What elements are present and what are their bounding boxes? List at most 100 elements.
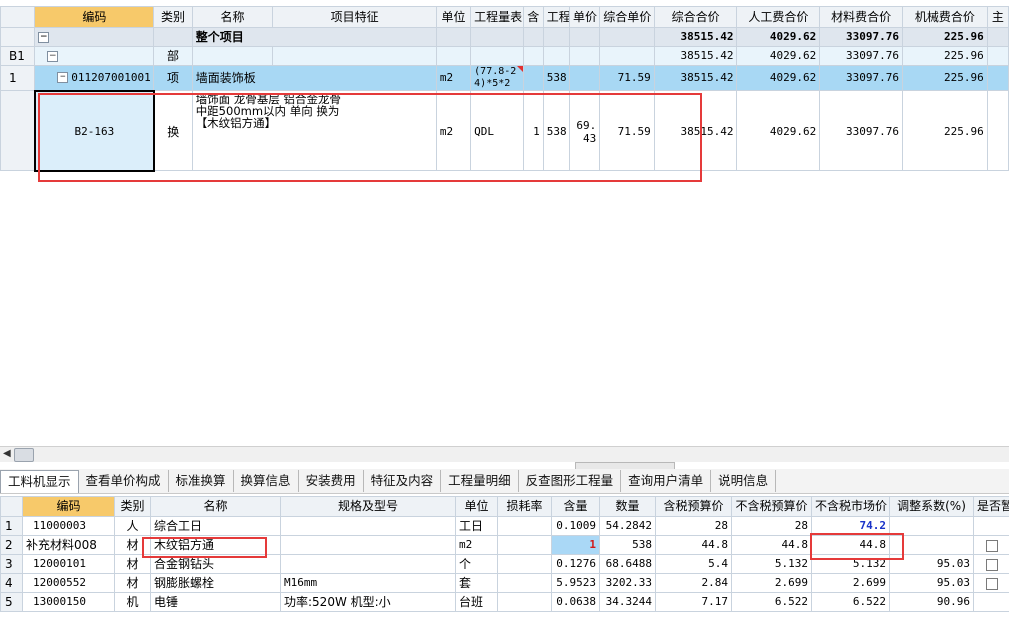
unit-cell[interactable]: m2 <box>435 65 472 91</box>
name-cell[interactable]: 电锤 <box>150 592 281 612</box>
row-number[interactable]: 3 <box>0 554 23 574</box>
col-header-tax-budget[interactable]: 含税预算价 <box>655 496 732 517</box>
unit-cell[interactable]: m2 <box>455 535 498 555</box>
tree-cell[interactable]: − <box>34 27 155 47</box>
tab-reverse-lookup[interactable]: 反查图形工程量 <box>519 470 622 492</box>
content-cell[interactable]: 5.9523 <box>551 573 600 593</box>
tab-features[interactable]: 特征及内容 <box>364 470 442 492</box>
market-price-cell[interactable]: 6.522 <box>811 592 890 612</box>
corner-cell[interactable] <box>0 6 36 28</box>
col-header-type[interactable]: 类别 <box>153 6 193 28</box>
loss-cell[interactable] <box>497 592 552 612</box>
scroll-left-arrow-icon[interactable]: ◀ <box>3 448 11 459</box>
row-number[interactable]: 4 <box>0 573 23 593</box>
content-cell[interactable]: 0.1276 <box>551 554 600 574</box>
tab-qty-detail[interactable]: 工程量明细 <box>441 470 519 492</box>
corner-cell[interactable] <box>0 496 23 517</box>
estimate-checkbox[interactable] <box>986 558 998 571</box>
unit-cell[interactable]: 套 <box>455 573 498 593</box>
market-price-cell[interactable]: 2.699 <box>811 573 890 593</box>
col-header-unit[interactable]: 单位 <box>455 496 498 517</box>
spec-cell[interactable] <box>280 516 456 536</box>
content-cell[interactable]: 0.0638 <box>551 592 600 612</box>
col-header-type[interactable]: 类别 <box>114 496 151 517</box>
loss-cell[interactable] <box>497 516 552 536</box>
collapse-icon[interactable]: − <box>57 72 69 84</box>
col-header-name[interactable]: 名称 <box>150 496 281 517</box>
col-header-code[interactable]: 编码 <box>34 6 155 28</box>
tree-cell[interactable]: − <box>34 46 155 66</box>
content-cell[interactable]: 0.1009 <box>551 516 600 536</box>
col-header-code[interactable]: 编码 <box>22 496 115 517</box>
tab-resources[interactable]: 工料机显示 <box>0 470 79 493</box>
unit-cell[interactable]: 台班 <box>455 592 498 612</box>
item-name-cell[interactable]: 墙面装饰板 <box>191 65 437 91</box>
col-header-name[interactable]: 名称 <box>191 6 274 28</box>
name-cell[interactable]: 钢膨胀螺栓 <box>150 573 281 593</box>
loss-cell[interactable] <box>497 554 552 574</box>
code-cell[interactable]: 13000150 <box>22 592 115 612</box>
unit-cell[interactable]: 工日 <box>455 516 498 536</box>
col-header-estimate[interactable]: 是否暂估 <box>973 496 1009 517</box>
code-cell[interactable]: 补充材料008 <box>22 535 115 555</box>
col-header-material[interactable]: 材料费合价 <box>819 6 903 28</box>
item-code-cell[interactable]: −011207001001 <box>34 65 155 91</box>
table-row[interactable]: 4 12000552 材 钢膨胀螺栓 M16mm 套 5.9523 3202.3… <box>0 573 1009 593</box>
tab-standard-conversion[interactable]: 标准换算 <box>169 470 234 492</box>
code-cell[interactable]: 12000101 <box>22 554 115 574</box>
coef-cell[interactable]: 90.96 <box>889 592 974 612</box>
col-header-total[interactable]: 综合合价 <box>653 6 738 28</box>
row-number[interactable]: 1 <box>0 516 23 536</box>
estimate-checkbox[interactable] <box>986 539 998 552</box>
spec-cell[interactable] <box>280 554 456 574</box>
unit-cell[interactable]: 个 <box>455 554 498 574</box>
col-header-main[interactable]: 主 <box>986 6 1009 28</box>
loss-cell[interactable] <box>497 573 552 593</box>
name-cell[interactable]: 综合工日 <box>150 516 281 536</box>
table-row-bill-item[interactable]: 1 −011207001001 项 墙面装饰板 m2 (77.8-24)*5*2… <box>0 65 1009 91</box>
spec-cell[interactable]: 功率:520W 机型:小 <box>280 592 456 612</box>
tab-unit-price[interactable]: 查看单价构成 <box>79 470 169 492</box>
table-row-whole-project[interactable]: − 整个项目 38515.42 4029.62 33097.76 225.96 <box>0 27 1009 47</box>
col-header-coef[interactable]: 调整系数(%) <box>889 496 974 517</box>
code-cell[interactable]: 12000552 <box>22 573 115 593</box>
col-header-qty[interactable]: 工程 <box>542 6 571 28</box>
col-header-spec[interactable]: 规格及型号 <box>280 496 456 517</box>
col-header-qty[interactable]: 数量 <box>599 496 656 517</box>
col-header-machine[interactable]: 机械费合价 <box>901 6 988 28</box>
code-cell[interactable]: 11000003 <box>22 516 115 536</box>
spec-cell[interactable] <box>280 535 456 555</box>
horizontal-scrollbar[interactable]: ◀ <box>0 446 1009 462</box>
loss-cell[interactable] <box>497 535 552 555</box>
estimate-checkbox[interactable] <box>986 577 998 590</box>
col-header-content[interactable]: 含量 <box>551 496 600 517</box>
col-header-market[interactable]: 不含税市场价 <box>811 496 890 517</box>
tab-install-fee[interactable]: 安装费用 <box>299 470 364 492</box>
col-header-price[interactable]: 单价 <box>568 6 601 28</box>
scrollbar-thumb[interactable] <box>14 448 34 462</box>
row-header[interactable] <box>0 90 36 171</box>
col-header-notax-budget[interactable]: 不含税预算价 <box>731 496 812 517</box>
table-row-section[interactable]: B1 − 部 38515.42 4029.62 33097.76 225.96 <box>0 46 1009 66</box>
tab-conversion-info[interactable]: 换算信息 <box>234 470 299 492</box>
col-header-loss[interactable]: 损耗率 <box>497 496 552 517</box>
col-header-labor[interactable]: 人工费合价 <box>736 6 821 28</box>
coef-cell[interactable]: 95.03 <box>889 573 974 593</box>
col-header-features[interactable]: 项目特征 <box>272 6 437 28</box>
row-number[interactable]: 1 <box>0 65 36 91</box>
col-header-formula[interactable]: 工程量表 <box>470 6 524 28</box>
row-header[interactable] <box>0 27 36 47</box>
formula-cell[interactable]: (77.8-24)*5*2 <box>470 65 524 91</box>
tab-user-list[interactable]: 查询用户清单 <box>621 470 712 492</box>
table-row[interactable]: 5 13000150 机 电锤 功率:520W 机型:小 台班 0.0638 3… <box>0 592 1009 612</box>
content-cell[interactable]: 1 <box>551 535 600 555</box>
qty-cell[interactable]: 538 <box>542 65 571 91</box>
tab-description[interactable]: 说明信息 <box>711 470 777 492</box>
col-header-unit-total[interactable]: 综合单价 <box>599 6 655 28</box>
row-number[interactable]: 5 <box>0 592 23 612</box>
col-header-unit[interactable]: 单位 <box>435 6 472 28</box>
collapse-icon[interactable]: − <box>47 51 59 62</box>
row-number[interactable]: B1 <box>0 46 36 66</box>
row-number[interactable]: 2 <box>0 535 23 555</box>
spec-cell[interactable]: M16mm <box>280 573 456 593</box>
